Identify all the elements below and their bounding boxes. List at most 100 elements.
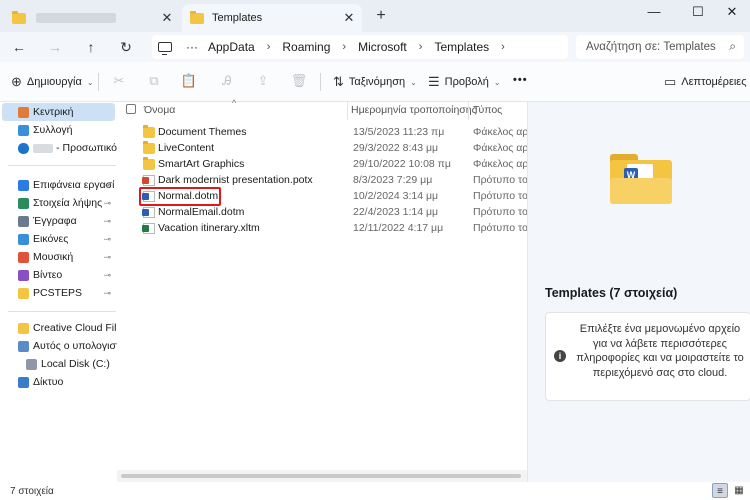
- column-header-type[interactable]: Τύπος: [473, 104, 502, 116]
- select-all-checkbox[interactable]: [126, 104, 136, 114]
- sort-label: Ταξινόμηση: [348, 76, 406, 88]
- view-button[interactable]: ☰ Προβολή ⌄: [428, 74, 501, 90]
- divider: [98, 73, 99, 91]
- nav-label: Στοιχεία λήψης: [33, 197, 103, 209]
- chevron-down-icon: ⌄: [410, 77, 417, 87]
- list-item[interactable]: Dark modernist presentation.potx 8/3/202…: [117, 173, 527, 189]
- tab-templates[interactable]: Templates ✕: [182, 4, 362, 32]
- navigation-pane: Κεντρική Συλλογή - Προσωπικό Επιφάνεια ε…: [0, 102, 117, 482]
- nav-item-desktop[interactable]: Επιφάνεια εργασί ⊸: [0, 176, 117, 194]
- file-name: Normal.dotm: [158, 190, 219, 202]
- horizontal-scrollbar[interactable]: [117, 470, 527, 482]
- share-icon[interactable]: ⇪: [254, 73, 272, 91]
- refresh-button[interactable]: ↻: [115, 37, 137, 57]
- tab-other[interactable]: ✕: [4, 4, 180, 32]
- breadcrumb-microsoft[interactable]: Microsoft: [358, 40, 407, 54]
- column-divider[interactable]: [347, 102, 348, 120]
- column-divider[interactable]: [468, 102, 469, 120]
- list-item[interactable]: SmartArt Graphics 29/10/2022 10:08 πμ Φά…: [117, 157, 527, 173]
- breadcrumb[interactable]: ··· AppData › Roaming › Microsoft › Temp…: [152, 35, 568, 59]
- address-toolbar: ← → ↑ ↻ ··· AppData › Roaming › Microsof…: [0, 32, 750, 62]
- nav-label: Αυτός ο υπολογιστή: [33, 340, 117, 352]
- nav-label: Έγγραφα: [33, 215, 77, 227]
- column-header-name[interactable]: Όνομα: [144, 104, 175, 116]
- divider: [320, 73, 321, 91]
- rename-icon[interactable]: Ꭿ: [218, 73, 236, 91]
- new-button[interactable]: ⊕ Δημιουργία ⌄: [11, 74, 94, 90]
- cut-icon[interactable]: ✂: [110, 73, 128, 91]
- maximize-button[interactable]: ☐: [684, 2, 712, 22]
- word-template-icon: [142, 191, 155, 202]
- pin-icon[interactable]: ⊸: [103, 216, 111, 227]
- close-window-button[interactable]: ✕: [718, 2, 746, 22]
- list-item[interactable]: LiveContent 29/3/2022 8:43 μμ Φάκελος αρ…: [117, 141, 527, 157]
- chevron-right-icon: ›: [266, 41, 271, 53]
- folder-icon: [190, 10, 204, 24]
- breadcrumb-templates[interactable]: Templates: [434, 40, 489, 54]
- nav-item-network[interactable]: Δίκτυο: [0, 373, 117, 391]
- sort-button[interactable]: ⇅ Ταξινόμηση ⌄: [333, 74, 417, 90]
- back-button[interactable]: ←: [8, 37, 30, 57]
- nav-item-music[interactable]: Μουσική ⊸: [0, 248, 117, 266]
- list-item[interactable]: Vacation itinerary.xltm 12/11/2022 4:17 …: [117, 221, 527, 237]
- tab-close-icon[interactable]: ✕: [342, 10, 356, 26]
- redacted-name: [33, 143, 54, 153]
- nav-item-documents[interactable]: Έγγραφα ⊸: [0, 212, 117, 230]
- nav-item-pcsteps[interactable]: PCSTEPS ⊸: [0, 284, 117, 302]
- nav-item-this-pc[interactable]: Αυτός ο υπολογιστή: [0, 337, 117, 355]
- new-tab-button[interactable]: +: [372, 7, 390, 25]
- search-input[interactable]: Αναζήτηση σε: Templates ⌕: [576, 35, 744, 59]
- nav-label: Εικόνες: [33, 233, 69, 245]
- scrollbar-thumb[interactable]: [121, 474, 521, 478]
- file-name: NormalEmail.dotm: [158, 206, 245, 218]
- network-icon: [18, 376, 29, 388]
- nav-item-downloads[interactable]: Στοιχεία λήψης ⊸: [0, 194, 117, 212]
- breadcrumb-appdata[interactable]: AppData: [208, 40, 255, 54]
- nav-label: Συλλογή: [33, 124, 73, 136]
- up-button[interactable]: ↑: [80, 37, 102, 57]
- folder-icon: [12, 10, 26, 24]
- preview-area: W: [528, 102, 750, 266]
- nav-item-creative-cloud[interactable]: Creative Cloud Files P: [0, 319, 117, 337]
- nav-label: Μουσική: [33, 251, 74, 263]
- details-view-button[interactable]: ≡: [712, 483, 728, 498]
- nav-label: Επιφάνεια εργασί: [33, 179, 115, 191]
- nav-item-pictures[interactable]: Εικόνες ⊸: [0, 230, 117, 248]
- delete-icon[interactable]: 🗑: [290, 73, 308, 91]
- tab-close-icon[interactable]: ✕: [160, 10, 174, 26]
- chevron-right-icon: ›: [501, 41, 505, 53]
- nav-item-local-disk[interactable]: Local Disk (C:): [0, 355, 117, 373]
- details-pane-button[interactable]: ▭ Λεπτομέρειες: [664, 74, 747, 90]
- list-item[interactable]: Document Themes 13/5/2023 11:23 πμ Φάκελ…: [117, 125, 527, 141]
- nav-item-home[interactable]: Κεντρική: [2, 103, 115, 121]
- file-name: SmartArt Graphics: [158, 158, 245, 170]
- pin-icon[interactable]: ⊸: [103, 252, 111, 263]
- pin-icon[interactable]: ⊸: [103, 198, 111, 209]
- new-label: Δημιουργία: [26, 76, 82, 88]
- minimize-button[interactable]: —: [640, 2, 668, 22]
- video-icon: [18, 269, 29, 281]
- pin-icon[interactable]: ⊸: [103, 234, 111, 245]
- paste-icon[interactable]: 📋: [180, 73, 198, 91]
- column-header-date[interactable]: Ημερομηνία τροποποίησης: [351, 104, 477, 116]
- gallery-icon: [18, 124, 29, 136]
- command-bar: ⊕ Δημιουργία ⌄ ✂ ⧉ 📋 Ꭿ ⇪ 🗑 ⇅ Ταξινόμηση …: [0, 62, 750, 102]
- breadcrumb-more[interactable]: ···: [186, 40, 198, 54]
- forward-button[interactable]: →: [44, 37, 66, 57]
- nav-item-videos[interactable]: Βίντεο ⊸: [0, 266, 117, 284]
- nav-item-gallery[interactable]: Συλλογή: [0, 121, 117, 139]
- list-item[interactable]: NormalEmail.dotm 22/4/2023 1:14 μμ Πρότυ…: [117, 205, 527, 221]
- details-title: Templates (7 στοιχεία): [545, 286, 678, 300]
- pin-icon[interactable]: ⊸: [103, 270, 111, 281]
- more-options-button[interactable]: •••: [513, 74, 528, 86]
- pin-icon[interactable]: ⊸: [103, 288, 111, 299]
- tiles-view-button[interactable]: ▦: [731, 483, 747, 498]
- list-item[interactable]: Normal.dotm 10/2/2024 3:14 μμ Πρότυπο το…: [117, 189, 527, 205]
- pin-icon[interactable]: ⊸: [103, 180, 111, 191]
- nav-item-onedrive[interactable]: - Προσωπικό: [0, 139, 117, 157]
- copy-icon[interactable]: ⧉: [145, 73, 163, 91]
- folder-front: [610, 178, 672, 204]
- breadcrumb-roaming[interactable]: Roaming: [282, 40, 330, 54]
- desktop-icon: [18, 179, 29, 191]
- file-type: Πρότυπο τοι: [473, 206, 527, 218]
